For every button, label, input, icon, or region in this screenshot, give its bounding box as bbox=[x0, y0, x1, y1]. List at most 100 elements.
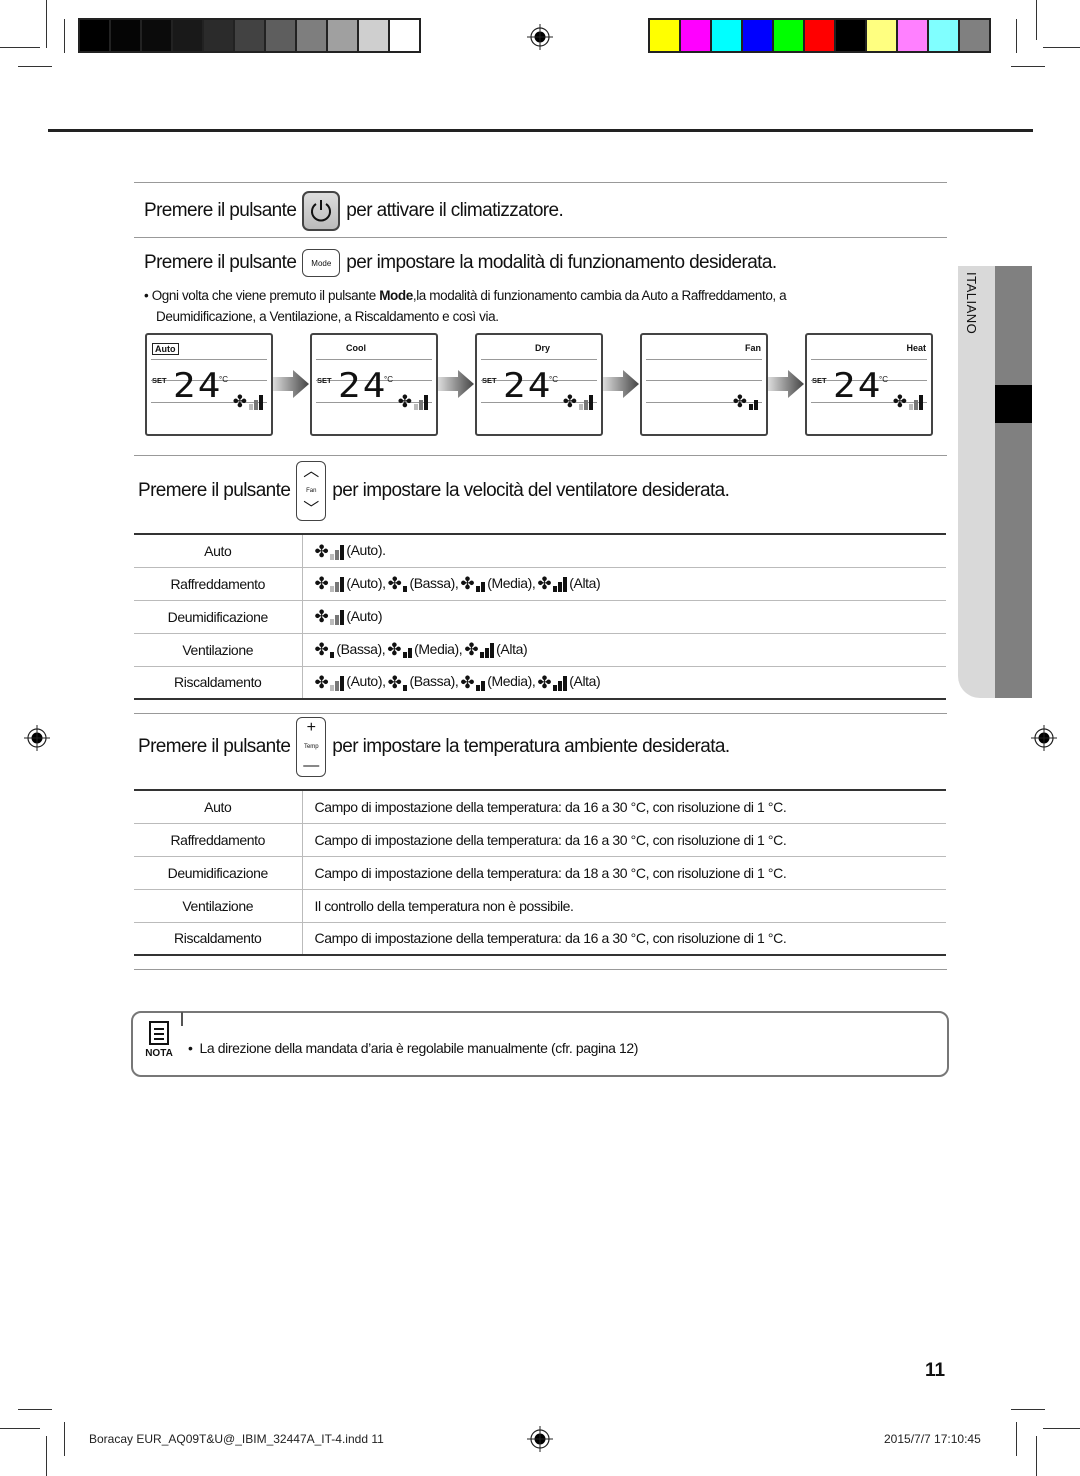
color-swatch bbox=[390, 20, 419, 51]
note-text: • La direzione della mandata d’aria è re… bbox=[188, 1040, 638, 1056]
color-swatch bbox=[142, 20, 171, 51]
fan-speed-medium-icon: ✤ bbox=[460, 674, 486, 692]
color-swatch bbox=[235, 20, 264, 51]
mode-description: • Ogni volta che viene premuto il pulsan… bbox=[144, 285, 934, 327]
slug-filename: Boracay EUR_AQ09T&U@_IBIM_32447A_IT-4.in… bbox=[89, 1432, 384, 1446]
fan-speed-label: (Bassa), bbox=[409, 574, 459, 591]
language-tab-label: ITALIANO bbox=[964, 272, 979, 335]
bullet: • bbox=[144, 288, 149, 303]
fan-button-label: Fan bbox=[306, 488, 317, 494]
fan-heading: Premere il pulsante ︿ Fan ﹀ per impostar… bbox=[138, 461, 730, 521]
lcd-display-fan: Fan ✤ bbox=[640, 333, 768, 436]
chevron-down-icon: ﹀ bbox=[303, 501, 320, 518]
note-box: NOTA • La direzione della mandata d’aria… bbox=[131, 1011, 949, 1077]
color-swatch bbox=[681, 20, 710, 51]
fan-speed-low-icon: ✤ bbox=[314, 640, 335, 660]
lcd-mode-label: Dry bbox=[535, 343, 551, 353]
fan-speed-label: (Bassa), bbox=[336, 640, 386, 657]
fan-speed-medium-icon: ✤ bbox=[387, 641, 413, 659]
fan-speeds-cell: ✤ (Bassa), ✤ (Media), ✤ (Alta) bbox=[302, 633, 946, 667]
fan-speed-high-icon: ✤ bbox=[537, 575, 568, 593]
fan-speed-label: (Alta) bbox=[569, 673, 601, 690]
header-rule bbox=[48, 129, 1033, 132]
color-swatch bbox=[867, 20, 896, 51]
lcd-mode-label: Cool bbox=[346, 343, 366, 353]
color-swatch bbox=[266, 20, 295, 51]
fan-speed-table: Auto ✤ (Auto). Raffreddamento ✤ (Auto), ✤ (Bass… bbox=[134, 533, 946, 700]
heading-prefix: Premere il pulsante bbox=[144, 200, 297, 221]
temp-button[interactable]: + Temp — bbox=[296, 717, 327, 777]
table-row: Deumidificazione Campo di impostazione de… bbox=[134, 856, 946, 890]
mode-keyword: Mode bbox=[379, 288, 413, 303]
fan-speed-auto-icon: ✤ bbox=[563, 393, 593, 410]
divider bbox=[134, 969, 947, 970]
mode-button[interactable]: Mode bbox=[302, 249, 341, 277]
arrow-right-icon bbox=[603, 370, 639, 398]
registration-mark-icon bbox=[527, 1426, 553, 1452]
fan-icon: ✤ bbox=[562, 392, 577, 411]
lcd-unit: °C bbox=[219, 375, 228, 384]
lcd-rule bbox=[646, 380, 762, 381]
temperature-range-cell: Campo di impostazione della temperatura:… bbox=[302, 922, 946, 956]
table-row: Riscaldamento Campo di impostazione della… bbox=[134, 922, 946, 956]
note-icon: NOTA bbox=[141, 1021, 177, 1059]
power-button[interactable] bbox=[302, 191, 341, 231]
note-divider bbox=[181, 1012, 183, 1026]
lcd-mode-label: Auto bbox=[152, 343, 179, 355]
slug-date: 2015/7/7 17:10:45 bbox=[884, 1432, 981, 1446]
fan-icon: ✤ bbox=[397, 392, 412, 411]
fan-icon: ✤ bbox=[314, 640, 329, 660]
divider bbox=[134, 182, 947, 183]
fan-button[interactable]: ︿ Fan ﹀ bbox=[296, 461, 327, 521]
fan-speed-auto-icon: ✤ bbox=[893, 393, 923, 410]
crop-mark bbox=[46, 0, 47, 48]
color-swatch bbox=[359, 20, 388, 51]
crop-mark bbox=[64, 19, 65, 53]
divider bbox=[134, 455, 947, 456]
heading-prefix: Premere il pulsante bbox=[138, 736, 291, 757]
lcd-set-label: SET bbox=[317, 376, 332, 385]
temperature-range-table: Auto Campo di impostazione della temperat… bbox=[134, 789, 946, 956]
lcd-display-heat: Heat SET 24 °C ✤ bbox=[805, 333, 933, 436]
fan-icon: ✤ bbox=[232, 392, 247, 411]
color-swatch bbox=[111, 20, 140, 51]
fan-icon: ✤ bbox=[892, 392, 907, 411]
temp-heading: Premere il pulsante + Temp — per imposta… bbox=[138, 717, 730, 777]
lcd-rule bbox=[646, 359, 762, 360]
crop-mark bbox=[1036, 1436, 1037, 1476]
fan-speed-label: (Auto), bbox=[346, 574, 386, 591]
lcd-set-label: SET bbox=[152, 376, 167, 385]
fan-speed-auto-icon: ✤ bbox=[315, 608, 345, 626]
table-row: Ventilazione Il controllo della temperatu… bbox=[134, 889, 946, 923]
registration-mark-icon bbox=[24, 725, 50, 751]
fan-speeds-cell: ✤ (Auto), ✤ (Bassa), ✤ (Media), ✤ (Alta) bbox=[302, 666, 946, 700]
registration-mark-icon bbox=[1031, 725, 1057, 751]
lcd-rule bbox=[811, 359, 927, 360]
mode-cell: Riscaldamento bbox=[134, 666, 303, 700]
color-swatch bbox=[80, 20, 109, 51]
lcd-display-dry: Dry SET 24 °C ✤ bbox=[475, 333, 603, 436]
color-swatch bbox=[743, 20, 772, 51]
color-swatch bbox=[712, 20, 741, 51]
fan-speed-high-icon: ✤ bbox=[537, 673, 568, 693]
fan-speed-auto-icon: ✤ bbox=[398, 393, 428, 410]
lcd-mode-label: Heat bbox=[906, 343, 926, 353]
fan-speed-label: (Media), bbox=[487, 574, 536, 591]
fan-icon: ✤ bbox=[387, 673, 402, 693]
heading-suffix: per impostare la temperatura ambiente de… bbox=[332, 736, 730, 757]
fan-speed-auto-icon: ✤ bbox=[315, 543, 345, 560]
fan-speed-label: (Auto). bbox=[346, 541, 386, 558]
fan-icon: ✤ bbox=[537, 673, 552, 693]
fan-icon: ✤ bbox=[460, 574, 475, 594]
divider bbox=[134, 713, 947, 714]
mode-description-text: ,la modalità di funzionamento cambia da … bbox=[412, 288, 787, 303]
lcd-rule bbox=[481, 359, 597, 360]
color-swatch bbox=[204, 20, 233, 51]
fan-icon: ✤ bbox=[387, 574, 402, 594]
fan-speed-label: (Alta) bbox=[496, 640, 528, 657]
table-row: Ventilazione ✤ (Bassa), ✤ (Media), ✤ (Alta) bbox=[134, 633, 946, 667]
crop-mark bbox=[64, 1422, 65, 1456]
lcd-set-label: SET bbox=[482, 376, 497, 385]
mode-cell: Raffreddamento bbox=[134, 567, 303, 601]
lcd-temperature: 24 bbox=[833, 366, 883, 406]
